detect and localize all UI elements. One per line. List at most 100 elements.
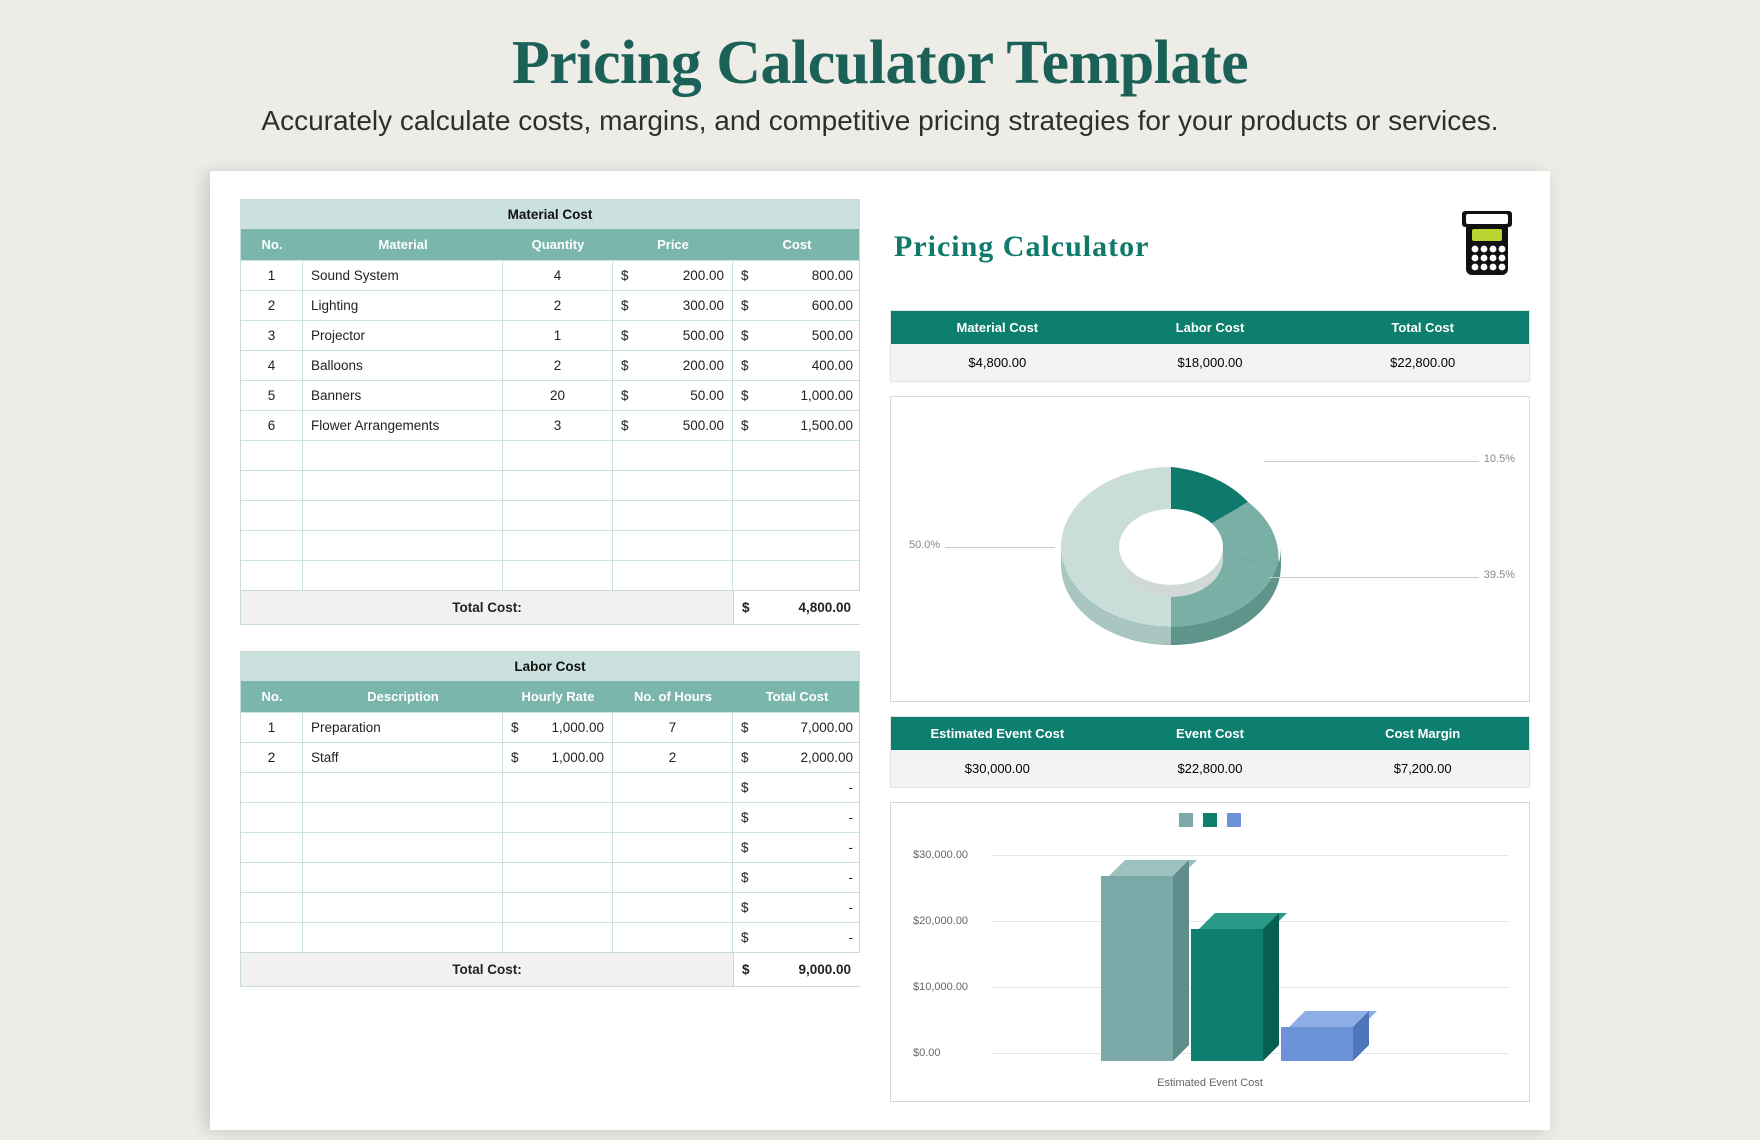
donut-label-a: 10.5%	[1484, 453, 1515, 465]
col-material: Material	[303, 229, 503, 260]
event-summary-table: Estimated Event Cost Event Cost Cost Mar…	[890, 716, 1530, 788]
cell-total: $2,000.00	[733, 743, 861, 772]
col-no: No.	[241, 229, 303, 260]
sum-total-val: $22,800.00	[1316, 344, 1529, 381]
cell-total-empty: $-	[733, 833, 861, 862]
table-row: 1Sound System4$200.00$800.00	[241, 260, 859, 290]
cell-qty: 4	[503, 261, 613, 290]
cell-total: $7,000.00	[733, 713, 861, 742]
material-cost-table: Material Cost No. Material Quantity Pric…	[240, 199, 860, 625]
cell-hours: 2	[613, 743, 733, 772]
col-description: Description	[303, 681, 503, 712]
cell-cost: $1,500.00	[733, 411, 861, 440]
cell-total-empty: $-	[733, 923, 861, 952]
col-price: Price	[613, 229, 733, 260]
bar-x-category: Estimated Event Cost	[1157, 1077, 1263, 1089]
cell-price: $500.00	[613, 411, 733, 440]
cell-cost: $500.00	[733, 321, 861, 350]
bar-ytick-2: $10,000.00	[913, 981, 968, 993]
sum-total-hdr: Total Cost	[1316, 311, 1529, 344]
col-quantity: Quantity	[503, 229, 613, 260]
sum-est-val: $30,000.00	[891, 750, 1104, 787]
labor-table-header: No. Description Hourly Rate No. of Hours…	[241, 681, 859, 712]
col-no: No.	[241, 681, 303, 712]
donut-label-b: 39.5%	[1484, 569, 1515, 581]
table-row: 3Projector1$500.00$500.00	[241, 320, 859, 350]
bar-ytick-1: $20,000.00	[913, 915, 968, 927]
cell-qty: 2	[503, 291, 613, 320]
cell-qty: 2	[503, 351, 613, 380]
labor-table-title: Labor Cost	[241, 652, 859, 681]
material-total-row: Total Cost: $4,800.00	[241, 590, 859, 624]
cell-no: 2	[241, 743, 303, 772]
donut-label-c: 50.0%	[909, 539, 940, 551]
cell-no: 1	[241, 261, 303, 290]
cell-material: Balloons	[303, 351, 503, 380]
table-row-empty	[241, 500, 859, 530]
col-hourly-rate: Hourly Rate	[503, 681, 613, 712]
labor-total-label: Total Cost:	[241, 953, 733, 986]
cell-cost: $800.00	[733, 261, 861, 290]
table-row: 4Balloons2$200.00$400.00	[241, 350, 859, 380]
cell-qty: 1	[503, 321, 613, 350]
cell-cost: $400.00	[733, 351, 861, 380]
receipt-calculator-icon	[1448, 205, 1526, 288]
cell-price: $50.00	[613, 381, 733, 410]
sum-event-val: $22,800.00	[1104, 750, 1317, 787]
material-total-value: $4,800.00	[733, 591, 861, 624]
table-row: 2Staff$1,000.002$2,000.00	[241, 742, 859, 772]
cell-material: Sound System	[303, 261, 503, 290]
cell-total-empty: $-	[733, 863, 861, 892]
bar-chart-legend	[1179, 813, 1241, 827]
labor-total-row: Total Cost: $9,000.00	[241, 952, 859, 986]
table-row-empty	[241, 560, 859, 590]
table-row-empty: $-	[241, 832, 859, 862]
table-row-empty	[241, 530, 859, 560]
table-row-empty: $-	[241, 922, 859, 952]
cost-summary-table: Material Cost Labor Cost Total Cost $4,8…	[890, 310, 1530, 382]
cell-hours: 7	[613, 713, 733, 742]
bar-chart: $30,000.00 $20,000.00 $10,000.00 $0.00	[890, 802, 1530, 1102]
cell-cost: $600.00	[733, 291, 861, 320]
cell-total-empty: $-	[733, 773, 861, 802]
page-subtitle: Accurately calculate costs, margins, and…	[0, 105, 1760, 137]
cell-material: Projector	[303, 321, 503, 350]
cell-rate: $1,000.00	[503, 713, 613, 742]
table-row: 5Banners20$50.00$1,000.00	[241, 380, 859, 410]
table-row-empty: $-	[241, 892, 859, 922]
cell-material: Banners	[303, 381, 503, 410]
table-row-empty	[241, 470, 859, 500]
spreadsheet-preview: Material Cost No. Material Quantity Pric…	[210, 171, 1550, 1130]
page-title: Pricing Calculator Template	[0, 0, 1760, 99]
sum-margin-val: $7,200.00	[1316, 750, 1529, 787]
cell-cost: $1,000.00	[733, 381, 861, 410]
col-hours: No. of Hours	[613, 681, 733, 712]
table-row-empty: $-	[241, 862, 859, 892]
cell-total-empty: $-	[733, 803, 861, 832]
table-row: 6Flower Arrangements3$500.00$1,500.00	[241, 410, 859, 440]
cell-qty: 3	[503, 411, 613, 440]
cell-desc: Staff	[303, 743, 503, 772]
cell-desc: Preparation	[303, 713, 503, 742]
cell-qty: 20	[503, 381, 613, 410]
cell-price: $300.00	[613, 291, 733, 320]
bar-ytick-3: $0.00	[913, 1047, 941, 1059]
cell-no: 2	[241, 291, 303, 320]
cell-no: 6	[241, 411, 303, 440]
sum-margin-hdr: Cost Margin	[1316, 717, 1529, 750]
material-total-label: Total Cost:	[241, 591, 733, 624]
sum-event-hdr: Event Cost	[1104, 717, 1317, 750]
cell-material: Flower Arrangements	[303, 411, 503, 440]
sum-material-val: $4,800.00	[891, 344, 1104, 381]
table-row-empty	[241, 440, 859, 470]
table-row: 2Lighting2$300.00$600.00	[241, 290, 859, 320]
sum-labor-val: $18,000.00	[1104, 344, 1317, 381]
col-total-cost: Total Cost	[733, 681, 861, 712]
table-row-empty: $-	[241, 802, 859, 832]
labor-cost-table: Labor Cost No. Description Hourly Rate N…	[240, 651, 860, 987]
donut-chart: 10.5% 39.5% 50.0%	[890, 396, 1530, 702]
sum-material-hdr: Material Cost	[891, 311, 1104, 344]
cell-price: $500.00	[613, 321, 733, 350]
cell-material: Lighting	[303, 291, 503, 320]
cell-price: $200.00	[613, 261, 733, 290]
